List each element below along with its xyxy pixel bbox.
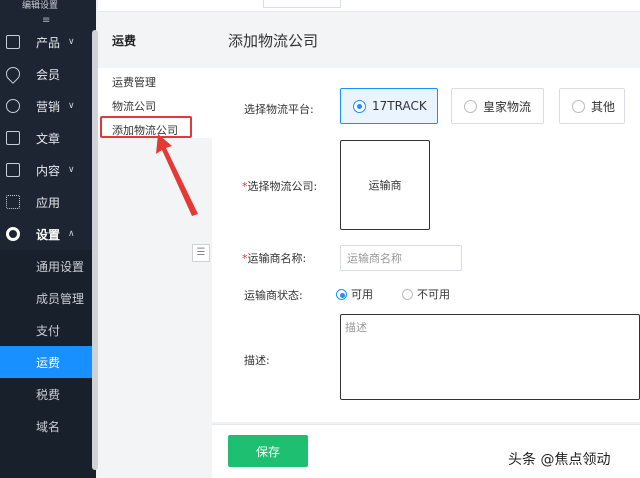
chevron-down-icon: ∨	[68, 37, 75, 47]
subnav-shipping[interactable]: 运费	[0, 346, 96, 378]
radio-icon	[464, 99, 477, 113]
layers-icon	[6, 163, 20, 177]
gear-icon	[6, 99, 20, 113]
subnav-label: 域名	[36, 419, 61, 434]
radio-icon	[336, 288, 347, 300]
bag-icon	[6, 35, 20, 49]
subnav-general-settings[interactable]: 通用设置	[0, 250, 96, 282]
nav-item-products[interactable]: 产品 ∨	[0, 26, 96, 58]
nav-item-marketing[interactable]: 营销 ∨	[0, 90, 96, 122]
carrier-label-text: 选择物流公司:	[247, 180, 318, 193]
subnav-members[interactable]: 成员管理	[0, 282, 96, 314]
description-textarea[interactable]	[340, 314, 640, 400]
platform-option-17track[interactable]: 17TRACK	[340, 88, 438, 124]
menu-item-logistics-companies[interactable]: 物流公司	[112, 98, 156, 114]
nav-item-apps[interactable]: 应用	[0, 186, 96, 218]
subnav-domain[interactable]: 域名	[0, 410, 96, 442]
nav-item-label: 文章	[36, 131, 61, 146]
status-label: 运输商状态:	[244, 289, 303, 302]
apps-grid-icon	[6, 195, 20, 209]
subnav-tax[interactable]: 税费	[0, 378, 96, 410]
subnav-label: 成员管理	[36, 291, 85, 306]
chevron-up-icon: ∧	[68, 229, 75, 239]
subnav-label: 税费	[36, 387, 61, 402]
document-icon	[6, 131, 20, 145]
secondary-menu-title: 运费	[98, 12, 212, 68]
main-nav: 编辑设置 ≡ 产品 ∨ 会员 营销 ∨ 文章 内容 ∨ 应用 设置 ∧ 通用设置…	[0, 0, 98, 478]
name-label-text: 运输商名称:	[247, 252, 307, 265]
status-option-label: 不可用	[417, 288, 450, 301]
nav-item-label: 内容	[36, 163, 61, 178]
top-tab[interactable]	[263, 0, 341, 8]
nav-item-articles[interactable]: 文章	[0, 122, 96, 154]
nav-item-members[interactable]: 会员	[0, 58, 96, 90]
nav-item-settings[interactable]: 设置 ∧	[0, 218, 96, 250]
subnav-label: 通用设置	[36, 259, 85, 274]
option-label: 其他	[591, 99, 616, 114]
radio-icon	[353, 99, 366, 113]
name-label: *运输商名称:	[242, 250, 306, 266]
desc-label: 描述:	[244, 354, 270, 367]
nav-item-label: 设置	[36, 227, 61, 242]
settings-gear-icon	[6, 227, 20, 241]
platform-label: 选择物流平台:	[244, 103, 314, 116]
platform-option-royal[interactable]: 皇家物流	[451, 88, 544, 124]
annotation-arrow-icon	[156, 134, 198, 216]
chevron-down-icon: ∨	[68, 101, 75, 111]
status-option-unavailable[interactable]: 不可用	[402, 286, 450, 302]
nav-item-label: 会员	[36, 67, 61, 82]
main-panel: 添加物流公司 选择物流平台: 17TRACK 皇家物流 其他 *选择物流公司: …	[212, 12, 640, 422]
chevron-down-icon: ∨	[68, 165, 75, 175]
secondary-menu: 运费 运费管理 物流公司 添加物流公司 ☰	[98, 12, 212, 478]
radio-icon	[402, 288, 413, 300]
option-label: 皇家物流	[483, 99, 532, 114]
collapse-icon[interactable]: ≡	[42, 15, 50, 26]
save-button[interactable]: 保存	[228, 435, 308, 467]
option-label: 17TRACK	[372, 99, 427, 113]
carrier-label: *选择物流公司:	[242, 178, 317, 194]
subnav-label: 支付	[36, 323, 61, 338]
carrier-name-input[interactable]	[340, 245, 462, 271]
status-option-available[interactable]: 可用	[336, 286, 373, 302]
subnav-label: 运费	[36, 355, 61, 370]
nav-item-label: 应用	[36, 195, 61, 210]
subnav-spacer	[0, 442, 96, 478]
nav-item-label: 营销	[36, 99, 61, 114]
platform-option-other[interactable]: 其他	[559, 88, 625, 124]
diamond-icon	[3, 64, 23, 84]
status-option-label: 可用	[351, 288, 373, 301]
carrier-select-box[interactable]: 运输商	[340, 140, 430, 230]
menu-item-shipping-management[interactable]: 运费管理	[112, 74, 156, 90]
nav-top-text: 编辑设置	[22, 1, 59, 11]
top-bar	[98, 0, 640, 12]
watermark-text: 头条 @焦点领动	[508, 452, 611, 468]
subnav-payment[interactable]: 支付	[0, 314, 96, 346]
page-title: 添加物流公司	[212, 12, 640, 68]
fold-menu-icon[interactable]: ☰	[192, 244, 210, 262]
nav-item-label: 产品	[36, 35, 61, 50]
radio-icon	[572, 99, 585, 113]
bottom-action-bar: 保存 头条 @焦点领动	[212, 424, 640, 478]
nav-item-content[interactable]: 内容 ∨	[0, 154, 96, 186]
